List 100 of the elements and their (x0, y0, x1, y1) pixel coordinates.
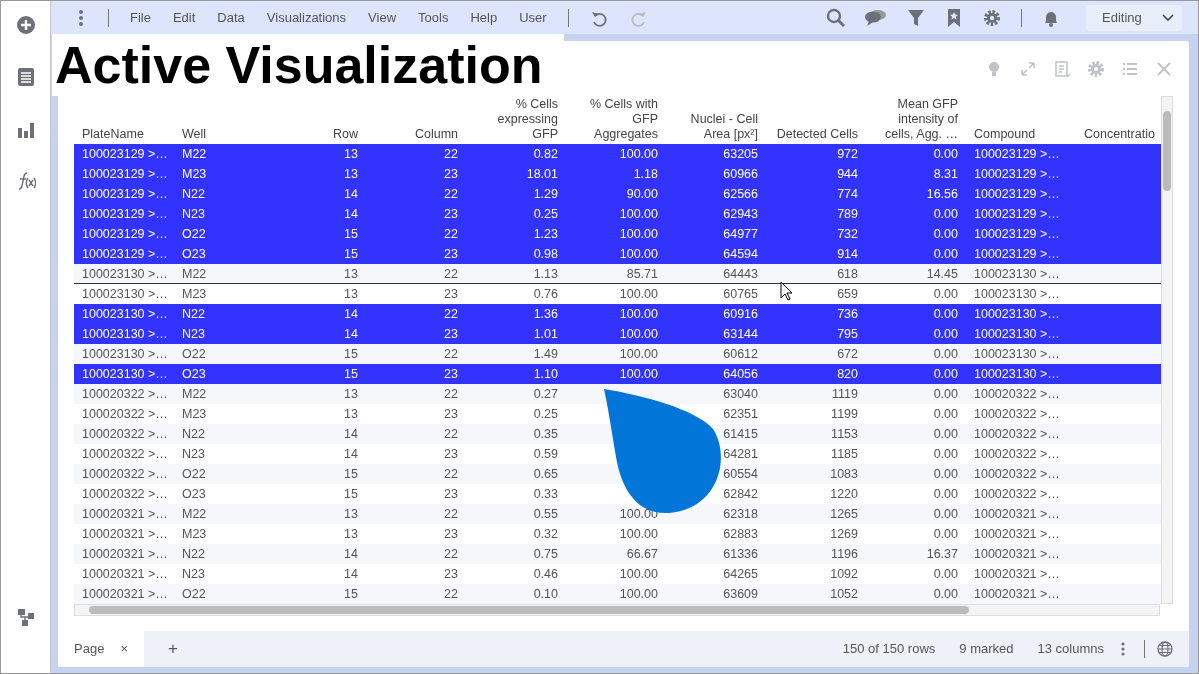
table-cell: 0.59 (533, 447, 558, 461)
page-tab[interactable]: Page × (58, 631, 144, 667)
table-row[interactable]: 100020322 >… M22 13 22 0.27 63040 1119 0.00 100020322 >… (74, 384, 1161, 404)
more-options-icon[interactable] (78, 8, 84, 27)
table-cell: 0.33 (533, 487, 558, 501)
close-tab-button[interactable]: × (120, 639, 128, 659)
table-cell: 1.49 (533, 347, 558, 361)
table-row[interactable]: 100023130 >… N23 14 23 1.01 100.00 63144 795 0.00 100023130 >… (74, 324, 1161, 344)
table-cell: 100.00 (619, 587, 658, 601)
menu-item[interactable]: User (508, 7, 558, 28)
table-cell: 13 (344, 167, 358, 181)
table-row[interactable]: 100023129 >… M22 13 22 0.82 100.00 63205 972 0.00 100023129 >… (74, 144, 1161, 164)
table-cell: 23 (444, 367, 458, 381)
hierarchy-icon[interactable] (15, 607, 36, 627)
table-cell: 100020322 >… (974, 427, 1060, 441)
column-header[interactable]: Row (333, 127, 358, 142)
table-cell: 22 (444, 187, 458, 201)
mouse-pointer-icon (780, 281, 793, 301)
table-cell: 1196 (831, 547, 858, 561)
menu-item[interactable]: Help (459, 7, 509, 28)
table-cell: 13 (344, 147, 358, 161)
list-icon[interactable] (15, 67, 36, 87)
table-cell: 100020322 >… (974, 467, 1060, 481)
table-row[interactable]: 100020321 >… N22 14 22 0.75 66.67 61336 1196 16.37 100020321 >… (74, 544, 1161, 564)
table-cell: 0.82 (533, 147, 558, 161)
menu-item[interactable]: View (357, 7, 408, 28)
filter-icon[interactable] (906, 7, 926, 28)
column-header[interactable]: % Cells expressing GFP (497, 97, 558, 142)
column-header[interactable]: Nuclei - Cell Area [px²] (690, 112, 758, 142)
table-cell: 659 (837, 287, 858, 301)
table-row[interactable]: 100020322 >… M23 13 23 0.25 62351 1199 0.00 100020322 >… (74, 404, 1161, 424)
table-row[interactable]: 100023130 >… O22 15 22 1.49 100.00 60612 672 0.00 100023130 >… (74, 344, 1161, 364)
table-cell: 14 (344, 207, 358, 221)
menu-item[interactable]: File (119, 7, 162, 28)
add-icon[interactable] (15, 15, 36, 35)
table-row[interactable]: 100020321 >… N23 14 23 0.46 100.00 64265 1092 0.00 100020321 >… (74, 564, 1161, 584)
settings-icon[interactable] (982, 7, 1002, 28)
column-header[interactable]: Mean GFP intensity of cells, Agg. … (885, 97, 958, 142)
table-row[interactable]: 100020322 >… N23 14 23 0.59 64281 1185 0.00 100020322 >… (74, 444, 1161, 464)
search-icon[interactable] (826, 7, 846, 28)
column-header[interactable]: Detected Cells (776, 127, 858, 142)
table-row[interactable]: 100020321 >… O22 15 22 0.10 100.00 63609 1052 0.00 100020321 >… (74, 584, 1161, 604)
chat-icon[interactable] (864, 7, 888, 28)
globe-icon[interactable] (1157, 641, 1173, 657)
table-cell: 100023129 >… (974, 227, 1060, 241)
table-cell: 60916 (723, 307, 758, 321)
column-header[interactable]: % Cells with GFP Aggregates (589, 97, 658, 142)
add-page-button[interactable]: + (167, 636, 178, 662)
table-cell: 100023130 >… (974, 287, 1060, 301)
table-cell: 100020322 >… (82, 407, 168, 421)
table-cell: 0.00 (933, 507, 958, 521)
table-cell: 0.98 (533, 247, 558, 261)
table-row[interactable]: 100023129 >… M23 13 23 18.01 1.18 60966 944 8.31 100023129 >… (74, 164, 1161, 184)
mode-dropdown[interactable]: Editing (1086, 4, 1182, 31)
table-cell: 100023130 >… (82, 367, 168, 381)
column-header[interactable]: Well (182, 127, 207, 142)
table-cell: 100023129 >… (974, 247, 1060, 261)
table-row[interactable]: 100020322 >… N22 14 22 0.35 61415 1153 0.00 100020322 >… (74, 424, 1161, 444)
row-count: 150 of 150 rows (842, 640, 936, 659)
menu-item[interactable]: Data (206, 7, 256, 28)
table-cell: 100023129 >… (82, 147, 168, 161)
table-cell: 100023129 >… (974, 187, 1060, 201)
table-cell: 23 (444, 327, 458, 341)
menu-item[interactable]: Visualizations (255, 7, 358, 28)
column-header[interactable]: Column (414, 127, 458, 142)
column-header[interactable]: Concentratio (1084, 127, 1155, 142)
table-row[interactable]: 100023130 >… M22 13 22 1.13 85.71 64443 618 14.45 100023130 >… (74, 264, 1161, 284)
menu-item[interactable]: Tools (407, 7, 460, 28)
table-row[interactable]: 100023130 >… M23 13 23 0.76 100.00 60765 659 0.00 100023130 >… (74, 284, 1161, 304)
table-cell: 22 (444, 547, 458, 561)
table-row[interactable]: 100023130 >… N22 14 22 1.36 100.00 60916 736 0.00 100023130 >… (74, 304, 1161, 324)
table-cell: 23 (444, 207, 458, 221)
table-cell: 63205 (723, 147, 758, 161)
table-cell: 64056 (723, 367, 758, 381)
column-header[interactable]: PlateName (82, 127, 144, 142)
table-cell: 14 (344, 187, 358, 201)
table-row[interactable]: 100020322 >… O22 15 22 0.65 60554 1083 0.00 100020322 >… (74, 464, 1161, 484)
column-header[interactable]: Compound (974, 127, 1036, 142)
table-cell: O23 (182, 247, 206, 261)
vertical-scrollbar[interactable] (1161, 96, 1173, 604)
table-row[interactable]: 100023129 >… O22 15 22 1.23 100.00 64977 732 0.00 100023129 >… (74, 224, 1161, 244)
table-cell: 0.00 (933, 527, 958, 541)
table-cell: 14.45 (926, 267, 958, 281)
table-row[interactable]: 100020321 >… M23 13 23 0.32 100.00 62883 1269 0.00 100020321 >… (74, 524, 1161, 544)
table-cell: 100023130 >… (82, 307, 168, 321)
horizontal-scrollbar[interactable] (74, 604, 1160, 616)
table-cell: 100020322 >… (974, 487, 1060, 501)
table-row[interactable]: 100023130 >… O23 15 23 1.10 100.00 64056 820 0.00 100023130 >… (74, 364, 1161, 384)
table-row[interactable]: 100020322 >… O23 15 23 0.33 62842 1220 0.00 100020322 >… (74, 484, 1161, 504)
table-row[interactable]: 100023129 >… N22 14 22 1.29 90.00 62566 774 16.56 100023129 >… (74, 184, 1161, 204)
table-cell: 100.00 (619, 347, 658, 361)
table-cell: 100020322 >… (974, 447, 1060, 461)
table-cell: 0.75 (533, 547, 558, 561)
table-cell: 64443 (723, 267, 758, 281)
table-cell: 972 (837, 147, 858, 161)
table-row[interactable]: 100023129 >… N23 14 23 0.25 100.00 62943 789 0.00 100023129 >… (74, 204, 1161, 224)
menu-item[interactable]: Edit (161, 7, 207, 28)
table-row[interactable]: 100023129 >… O23 15 23 0.98 100.00 64594 914 0.00 100023129 >… (74, 244, 1161, 264)
more-options-icon[interactable] (1120, 641, 1126, 657)
table-cell: 100020322 >… (82, 387, 168, 401)
